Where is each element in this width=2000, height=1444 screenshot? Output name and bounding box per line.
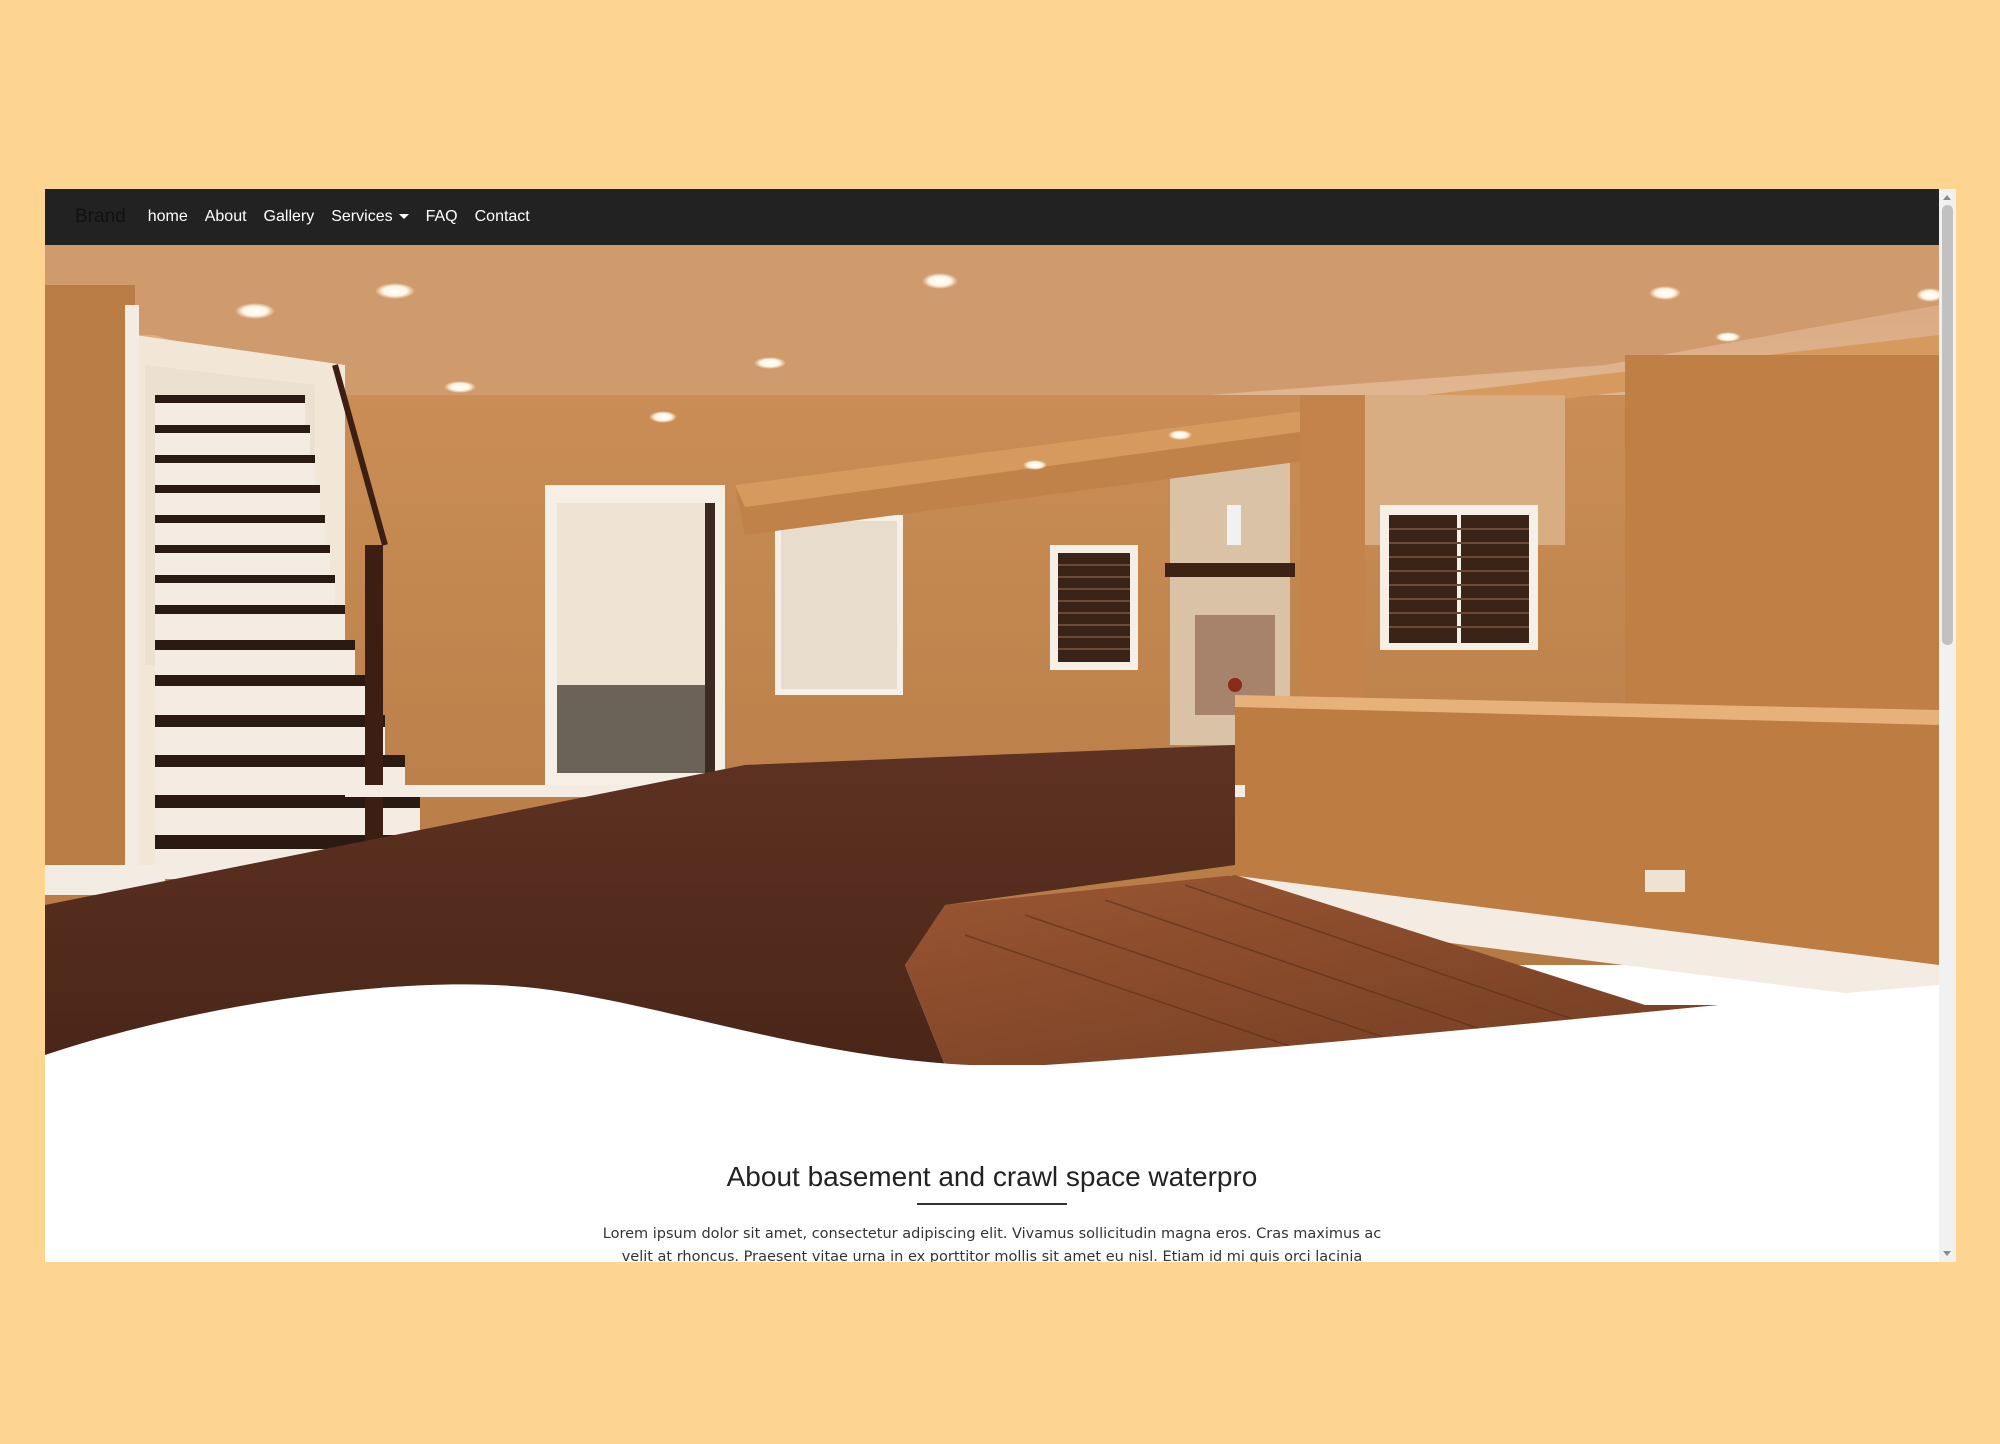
browser-viewport: Brand home About Gallery Services FAQ Co… <box>45 189 1956 1262</box>
nav-link-contact[interactable]: Contact <box>475 208 530 226</box>
nav-link-services-label: Services <box>331 208 393 225</box>
nav-link-gallery[interactable]: Gallery <box>264 208 315 226</box>
shutter-window-right <box>1380 505 1538 650</box>
hero-image <box>45 245 1939 1065</box>
about-title: About basement and crawl space waterpro <box>726 1161 1258 1192</box>
title-underline <box>917 1203 1067 1205</box>
about-section: About basement and crawl space waterpro … <box>45 1159 1939 1262</box>
top-navbar: Brand home About Gallery Services FAQ Co… <box>45 189 1939 245</box>
nav-link-services-dropdown[interactable]: Services <box>331 208 409 226</box>
shutter-window-left <box>1050 545 1138 670</box>
web-page: Brand home About Gallery Services FAQ Co… <box>45 189 1939 1262</box>
nav-link-home[interactable]: home <box>148 208 188 226</box>
nav-link-about[interactable]: About <box>205 208 247 226</box>
doorway <box>545 485 725 785</box>
vertical-scrollbar[interactable] <box>1939 189 1956 1262</box>
brand-logo[interactable]: Brand <box>75 206 126 228</box>
nav-link-faq[interactable]: FAQ <box>426 208 458 226</box>
scroll-up-arrow-icon[interactable] <box>1943 195 1951 200</box>
scroll-down-arrow-icon[interactable] <box>1943 1251 1951 1256</box>
about-text: Lorem ipsum dolor sit amet, consectetur … <box>602 1226 1382 1262</box>
nav-links: home About Gallery Services FAQ Contact <box>148 208 547 226</box>
basement-interior-photo <box>45 245 1939 1065</box>
scrollbar-thumb[interactable] <box>1942 205 1953 645</box>
caret-down-icon <box>398 214 409 220</box>
